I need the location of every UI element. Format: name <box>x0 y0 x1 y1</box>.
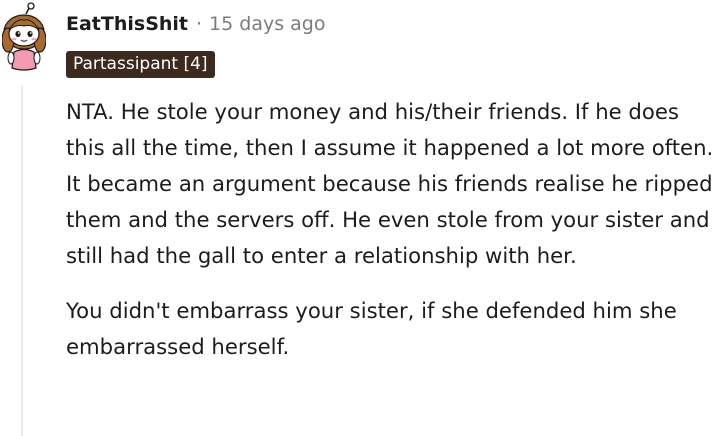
comment-body: NTA. He stole your money and his/their f… <box>66 94 724 365</box>
comment-timestamp[interactable]: 15 days ago <box>209 13 325 35</box>
avatar[interactable] <box>1 2 47 74</box>
user-flair-badge: Partassipant [4] <box>66 51 215 78</box>
author-username[interactable]: EatThisShit <box>66 13 188 35</box>
comment-paragraph: NTA. He stole your money and his/their f… <box>66 99 714 268</box>
thread-collapse-line[interactable] <box>21 86 23 436</box>
comment-meta: EatThisShit · 15 days ago <box>66 10 325 38</box>
comment: EatThisShit · 15 days ago Partassipant [… <box>0 0 724 436</box>
snoo-avatar-girl-icon <box>1 2 47 71</box>
meta-separator: · <box>196 13 203 35</box>
comment-paragraph: You didn't embarrass your sister, if she… <box>66 298 677 359</box>
